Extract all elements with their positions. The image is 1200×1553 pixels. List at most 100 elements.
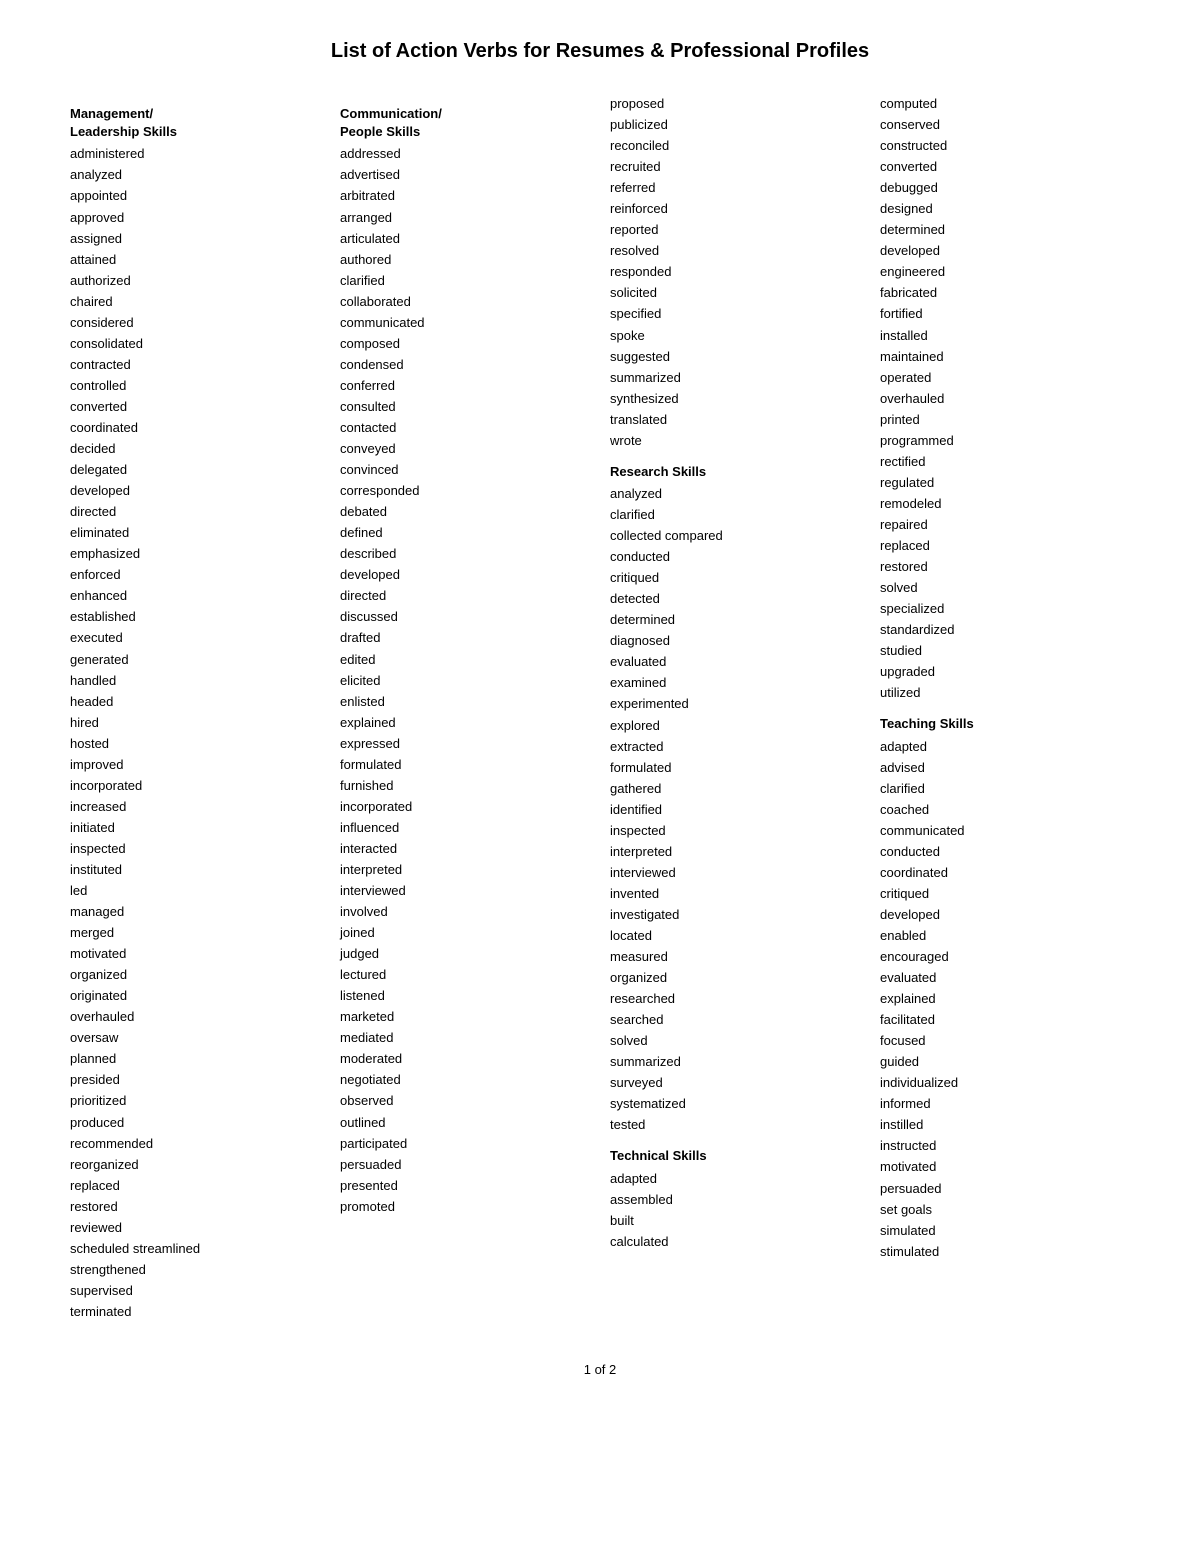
list-item: merged	[70, 922, 320, 943]
list-item: influenced	[340, 817, 590, 838]
list-item: adapted	[610, 1168, 860, 1189]
list-item: detected	[610, 588, 860, 609]
list-item: clarified	[610, 504, 860, 525]
list-item: approved	[70, 207, 320, 228]
list-item: terminated	[70, 1301, 320, 1322]
list-item: constructed	[880, 135, 1130, 156]
list-item: enforced	[70, 564, 320, 585]
list-item: specialized	[880, 598, 1130, 619]
list-item: promoted	[340, 1196, 590, 1217]
list-item: eliminated	[70, 522, 320, 543]
list-item: built	[610, 1210, 860, 1231]
list-item: recruited	[610, 156, 860, 177]
list-item: rectified	[880, 451, 1130, 472]
list-item: produced	[70, 1112, 320, 1133]
list-item: overhauled	[880, 388, 1130, 409]
list-item: marketed	[340, 1006, 590, 1027]
list-item: repaired	[880, 514, 1130, 535]
column-2: proposedpublicizedreconciledrecruitedref…	[600, 93, 870, 1322]
list-item: reinforced	[610, 198, 860, 219]
list-item: developed	[340, 564, 590, 585]
list-item: described	[340, 543, 590, 564]
list-item: negotiated	[340, 1069, 590, 1090]
list-item: executed	[70, 627, 320, 648]
list-item: experimented	[610, 693, 860, 714]
list-item: developed	[70, 480, 320, 501]
list-item: conferred	[340, 375, 590, 396]
list-item: informed	[880, 1093, 1130, 1114]
list-item: corresponded	[340, 480, 590, 501]
list-item: publicized	[610, 114, 860, 135]
list-item: strengthened	[70, 1259, 320, 1280]
list-item: debugged	[880, 177, 1130, 198]
list-item: maintained	[880, 346, 1130, 367]
list-item: incorporated	[340, 796, 590, 817]
list-item: referred	[610, 177, 860, 198]
list-item: measured	[610, 946, 860, 967]
list-item: calculated	[610, 1231, 860, 1252]
list-item: prioritized	[70, 1090, 320, 1111]
list-item: joined	[340, 922, 590, 943]
list-item: consulted	[340, 396, 590, 417]
list-item: discussed	[340, 606, 590, 627]
list-item: established	[70, 606, 320, 627]
list-item: assembled	[610, 1189, 860, 1210]
list-item: surveyed	[610, 1072, 860, 1093]
list-item: instilled	[880, 1114, 1130, 1135]
list-item: inspected	[610, 820, 860, 841]
list-item: extracted	[610, 736, 860, 757]
list-item: conducted	[880, 841, 1130, 862]
list-item: drafted	[340, 627, 590, 648]
column-1: Communication/People Skillsaddressedadve…	[330, 93, 600, 1322]
list-item: fortified	[880, 303, 1130, 324]
list-item: clarified	[340, 270, 590, 291]
list-item: explained	[340, 712, 590, 733]
section-header-1-0: Communication/People Skills	[340, 105, 590, 141]
list-item: determined	[880, 219, 1130, 240]
list-item: reconciled	[610, 135, 860, 156]
list-item: interacted	[340, 838, 590, 859]
list-item: generated	[70, 649, 320, 670]
list-item: overhauled	[70, 1006, 320, 1027]
list-item: investigated	[610, 904, 860, 925]
list-item: analyzed	[70, 164, 320, 185]
list-item: stimulated	[880, 1241, 1130, 1262]
page-title: List of Action Verbs for Resumes & Profe…	[60, 40, 1140, 63]
list-item: administered	[70, 143, 320, 164]
section-header-2-2: Technical Skills	[610, 1147, 860, 1165]
list-item: identified	[610, 799, 860, 820]
list-item: facilitated	[880, 1009, 1130, 1030]
list-item: defined	[340, 522, 590, 543]
column-0: Management/Leadership Skillsadministered…	[60, 93, 330, 1322]
list-item: debated	[340, 501, 590, 522]
list-item: computed	[880, 93, 1130, 114]
list-item: replaced	[70, 1175, 320, 1196]
list-item: fabricated	[880, 282, 1130, 303]
list-item: gathered	[610, 778, 860, 799]
list-item: instructed	[880, 1135, 1130, 1156]
list-item: focused	[880, 1030, 1130, 1051]
list-item: remodeled	[880, 493, 1130, 514]
list-item: critiqued	[880, 883, 1130, 904]
list-item: scheduled streamlined	[70, 1238, 320, 1259]
list-item: arranged	[340, 207, 590, 228]
page-footer: 1 of 2	[60, 1362, 1140, 1377]
list-item: originated	[70, 985, 320, 1006]
list-item: mediated	[340, 1027, 590, 1048]
list-item: persuaded	[880, 1178, 1130, 1199]
list-item: replaced	[880, 535, 1130, 556]
list-item: condensed	[340, 354, 590, 375]
list-item: decided	[70, 438, 320, 459]
list-item: headed	[70, 691, 320, 712]
list-item: articulated	[340, 228, 590, 249]
list-item: advertised	[340, 164, 590, 185]
list-item: formulated	[340, 754, 590, 775]
list-item: attained	[70, 249, 320, 270]
list-item: located	[610, 925, 860, 946]
list-item: lectured	[340, 964, 590, 985]
list-item: solved	[610, 1030, 860, 1051]
list-item: evaluated	[880, 967, 1130, 988]
list-item: simulated	[880, 1220, 1130, 1241]
list-item: presented	[340, 1175, 590, 1196]
list-item: led	[70, 880, 320, 901]
